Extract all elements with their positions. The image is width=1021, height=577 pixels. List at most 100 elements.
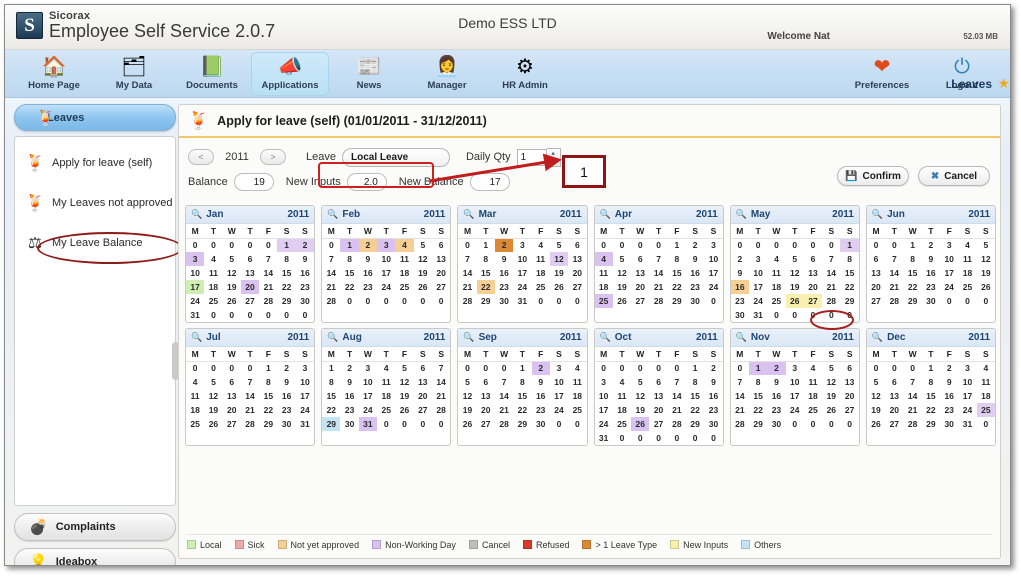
calendar-day-cell[interactable]: 30 [495,294,513,308]
calendar-day-cell[interactable]: 12 [223,266,241,280]
calendar-day-cell[interactable]: 15 [668,266,686,280]
calendar-day-cell[interactable]: 10 [377,252,395,266]
calendar-day-cell[interactable]: 14 [458,266,476,280]
calendar-day-cell[interactable]: 19 [631,403,649,417]
calendar-day-cell[interactable]: 18 [204,280,222,294]
calendar-day-cell[interactable]: 11 [186,389,204,403]
calendar-day-cell[interactable]: 2 [704,361,722,375]
calendar-day-cell[interactable]: 8 [668,252,686,266]
calendar-day-cell[interactable]: 1 [277,238,296,252]
calendar-day-cell[interactable]: 6 [840,361,858,375]
search-icon[interactable]: 🔍 [327,209,338,220]
calendar-day-cell[interactable]: 13 [804,266,822,280]
calendar-day-cell[interactable]: 19 [223,280,241,294]
calendar-day-cell[interactable]: 8 [340,252,358,266]
calendar-day-cell[interactable]: 9 [731,266,749,280]
nav-item-applications[interactable]: 📣 Applications [251,52,329,96]
calendar-day-cell[interactable]: 22 [668,280,686,294]
calendar-day-cell[interactable]: 14 [822,266,840,280]
calendar-day-cell[interactable]: 11 [595,266,613,280]
calendar-day-cell[interactable]: 5 [458,375,476,389]
sidebar-item-my-leave-balance[interactable]: ⚖ My Leave Balance [15,226,175,260]
calendar-day-cell[interactable]: 15 [749,389,767,403]
calendar-day-cell[interactable]: 8 [903,252,921,266]
calendar-day-cell[interactable]: 16 [686,266,704,280]
calendar-day-cell[interactable]: 21 [322,280,340,294]
calendar-day-cell[interactable]: 26 [550,280,568,294]
calendar-day-cell[interactable]: 11 [767,266,785,280]
calendar-day-cell[interactable]: 25 [804,403,822,417]
calendar-day-cell[interactable]: 18 [767,280,785,294]
search-icon[interactable]: 🔍 [600,332,611,343]
calendar-day-cell[interactable]: 30 [532,417,550,431]
calendar-day-cell[interactable]: 4 [977,361,995,375]
calendar-day-cell[interactable]: 7 [668,375,686,389]
calendar-day-cell[interactable]: 17 [940,266,958,280]
calendar-day-cell[interactable]: 18 [395,266,413,280]
calendar-day-cell[interactable]: 29 [840,294,858,308]
calendar-day-cell[interactable]: 1 [477,238,495,252]
sidebar-button-complaints[interactable]: 💣 Complaints [14,513,176,541]
calendar-day-cell[interactable]: 1 [259,361,277,375]
calendar-day-cell[interactable]: 5 [977,238,995,252]
calendar-day-cell[interactable]: 23 [686,280,704,294]
calendar-day-cell[interactable]: 2 [686,238,704,252]
calendar-day-cell[interactable]: 16 [277,389,295,403]
calendar-day-cell[interactable]: 14 [259,266,277,280]
calendar-day-cell[interactable]: 17 [749,280,767,294]
calendar-day-cell[interactable]: 19 [822,389,840,403]
calendar-day-cell[interactable]: 5 [550,238,568,252]
calendar-day-cell[interactable]: 1 [686,361,704,375]
calendar-day-cell[interactable]: 29 [686,417,704,431]
calendar-day-cell[interactable]: 19 [977,266,995,280]
calendar-day-cell[interactable]: 10 [296,375,314,389]
calendar-day-cell[interactable]: 24 [786,403,804,417]
calendar-day-cell[interactable]: 12 [822,375,840,389]
calendar-day-cell[interactable]: 2 [940,361,958,375]
calendar-day-cell[interactable]: 22 [259,403,277,417]
calendar-day-cell[interactable]: 23 [296,280,314,294]
calendar-day-cell[interactable]: 18 [377,389,395,403]
search-icon[interactable]: 🔍 [327,332,338,343]
calendar-day-cell[interactable]: 4 [804,361,822,375]
calendar-day-cell[interactable]: 28 [822,294,840,308]
calendar-day-cell[interactable]: 15 [477,266,495,280]
calendar-day-cell[interactable]: 29 [477,294,495,308]
calendar-day-cell[interactable]: 14 [903,389,921,403]
calendar-day-cell[interactable]: 9 [922,252,940,266]
calendar-day-cell[interactable]: 20 [804,280,822,294]
calendar-day-cell[interactable]: 12 [395,375,413,389]
calendar-day-cell[interactable]: 3 [296,361,314,375]
calendar-day-cell[interactable]: 1 [840,238,859,252]
calendar-day-cell[interactable]: 25 [186,417,204,431]
calendar-day-cell[interactable]: 5 [786,252,804,266]
calendar-day-cell[interactable]: 13 [223,389,241,403]
calendar-day-cell[interactable]: 28 [259,294,277,308]
calendar-day-cell[interactable]: 28 [903,417,921,431]
calendar-day-cell[interactable]: 24 [550,403,568,417]
calendar-day-cell[interactable]: 9 [704,375,722,389]
calendar-day-cell[interactable]: 7 [322,252,340,266]
calendar-day-cell[interactable]: 25 [532,280,550,294]
calendar-day-cell[interactable]: 16 [359,266,377,280]
calendar-day-cell[interactable]: 3 [958,361,976,375]
calendar-day-cell[interactable]: 8 [922,375,940,389]
calendar-day-cell[interactable]: 5 [613,252,631,266]
calendar-day-cell[interactable]: 16 [296,266,314,280]
next-year-button[interactable]: > [260,149,286,165]
calendar-day-cell[interactable]: 3 [377,238,396,252]
nav-item-news[interactable]: 📰 News [330,52,408,96]
calendar-day-cell[interactable]: 28 [668,417,686,431]
calendar-day-cell[interactable]: 6 [631,252,649,266]
search-icon[interactable]: 🔍 [736,332,747,343]
calendar-day-cell[interactable]: 8 [749,375,767,389]
calendar-day-cell[interactable]: 31 [186,308,204,322]
calendar-day-cell[interactable]: 15 [259,389,277,403]
calendar-day-cell[interactable]: 19 [786,280,804,294]
search-icon[interactable]: 🔍 [872,209,883,220]
calendar-day-cell[interactable]: 22 [686,403,704,417]
calendar-day-cell[interactable]: 22 [922,403,940,417]
calendar-day-cell[interactable]: 19 [414,266,432,280]
calendar-day-cell[interactable]: 13 [477,389,495,403]
search-icon[interactable]: 🔍 [191,332,202,343]
